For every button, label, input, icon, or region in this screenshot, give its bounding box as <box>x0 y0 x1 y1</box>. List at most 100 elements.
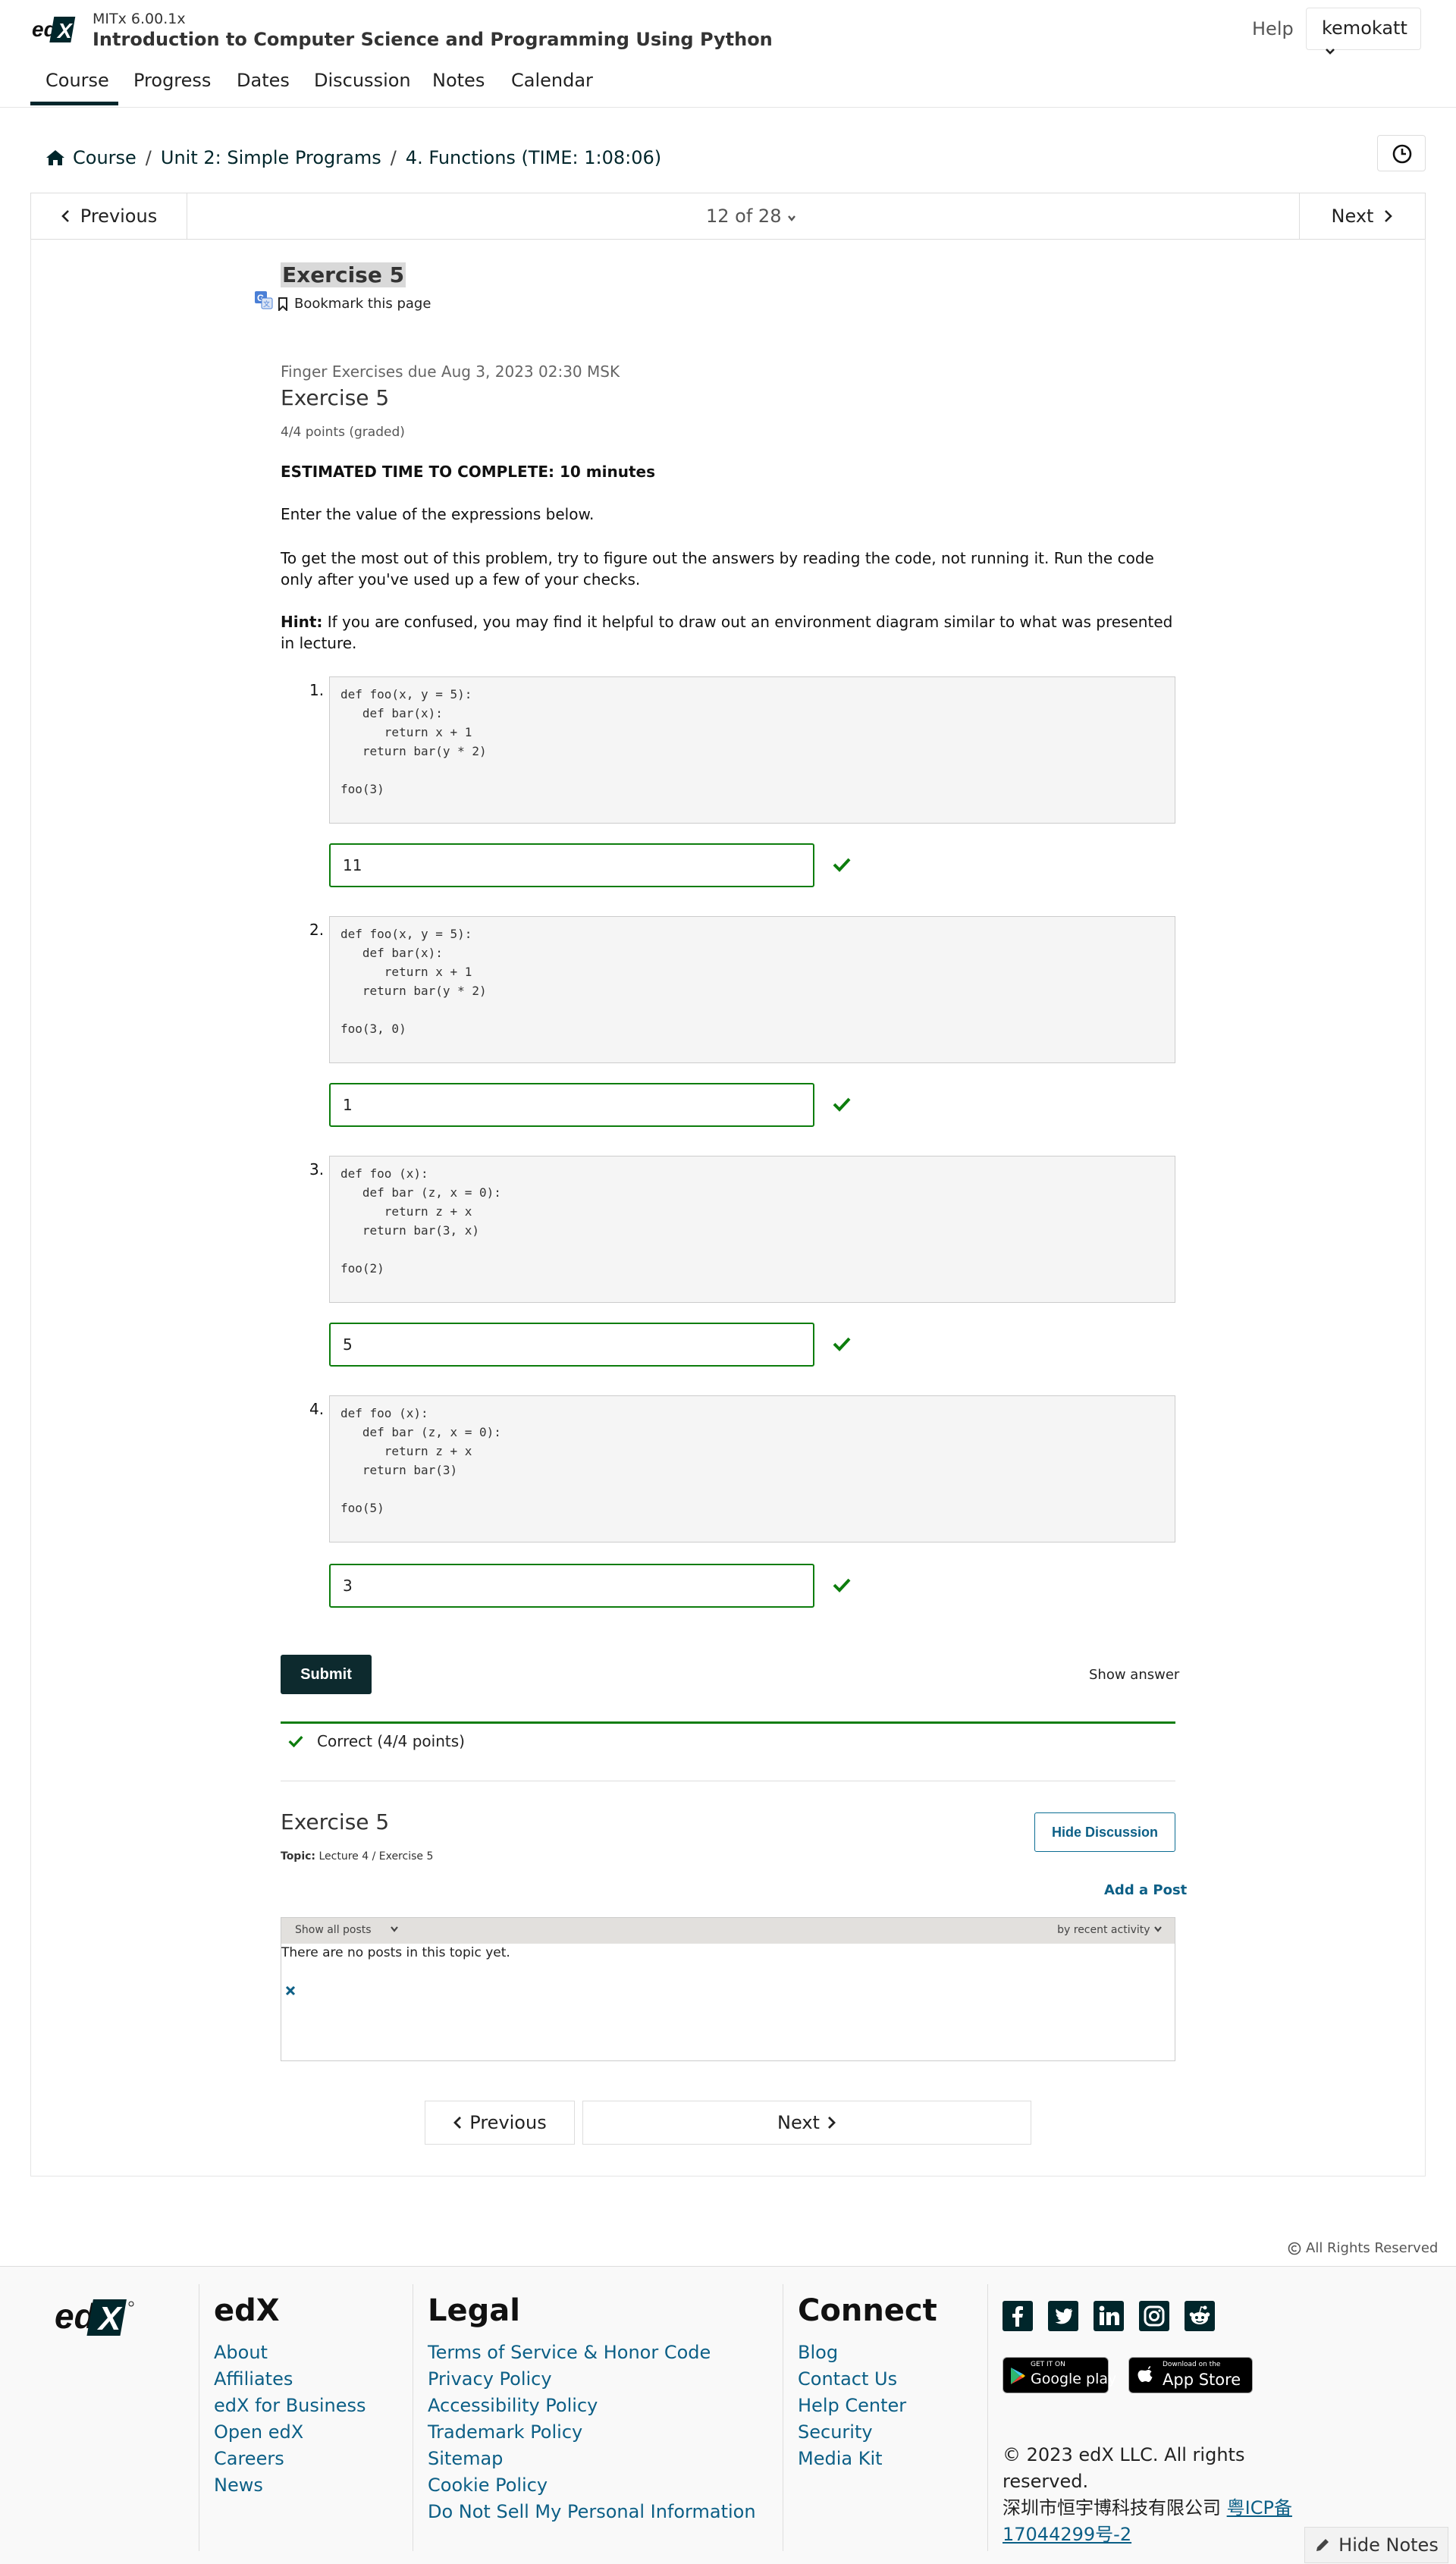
google-play-small: GET IT ON <box>1031 2361 1065 2368</box>
pencil-icon <box>1316 2539 1329 2551</box>
course-org: MITx 6.00.1x <box>93 11 186 27</box>
bookmark-icon <box>278 297 287 311</box>
breadcrumb-course[interactable]: Course <box>73 147 136 168</box>
sequence-next-label: Next <box>1331 206 1374 227</box>
checkmark-icon <box>833 1097 851 1112</box>
google-play-big: Google play <box>1031 2371 1117 2387</box>
tab-calendar[interactable]: Calendar <box>511 70 593 91</box>
footer-link-media-kit[interactable]: Media Kit <box>798 2448 883 2469</box>
edx-footer-logo[interactable]: ed X <box>53 2295 135 2339</box>
app-store-badge[interactable]: Download on the App Store <box>1128 2357 1253 2393</box>
post-sort-select[interactable]: by recent activity <box>1057 1924 1163 1936</box>
post-filter-value: Show all posts <box>295 1924 372 1936</box>
all-rights-text: All Rights Reserved <box>1306 2240 1439 2256</box>
answer-input[interactable]: 1 <box>329 1083 814 1127</box>
footer-connect-heading: Connect <box>798 2293 937 2328</box>
breadcrumb-separator: / <box>145 147 152 168</box>
answer-input[interactable]: 5 <box>329 1323 814 1367</box>
svg-text:X: X <box>56 19 74 42</box>
sequence-position-dropdown[interactable]: 12 of 28 <box>706 206 796 227</box>
svg-text:X: X <box>96 2300 123 2337</box>
hide-discussion-button[interactable]: Hide Discussion <box>1034 1812 1175 1852</box>
linkedin-icon[interactable] <box>1094 2301 1124 2331</box>
sequence-navigation: Previous 12 of 28 Next <box>30 193 1426 240</box>
footer-link-blog[interactable]: Blog <box>798 2342 838 2363</box>
course-title: Introduction to Computer Science and Pro… <box>93 29 773 50</box>
translate-icon[interactable]: G 文 <box>255 291 273 309</box>
tab-notes[interactable]: Notes <box>432 70 485 91</box>
footer-link-affiliates[interactable]: Affiliates <box>214 2368 293 2390</box>
chevron-right-icon <box>1385 210 1393 222</box>
show-answer-button[interactable]: Show answer <box>1089 1667 1179 1683</box>
post-filter-select[interactable]: Show all posts <box>295 1924 399 1936</box>
instagram-icon[interactable] <box>1139 2301 1169 2331</box>
sequence-previous-button[interactable]: Previous <box>31 193 187 239</box>
chevron-left-icon <box>61 210 69 222</box>
footer-link-news[interactable]: News <box>214 2475 263 2496</box>
add-post-link[interactable]: Add a Post <box>1104 1882 1187 1898</box>
advice-text: To get the most out of this problem, try… <box>281 549 1154 588</box>
copyright-icon <box>1288 2242 1301 2255</box>
close-icon[interactable] <box>284 1985 297 1997</box>
footer-link-business[interactable]: edX for Business <box>214 2395 366 2416</box>
hide-notes-label: Hide Notes <box>1338 2534 1439 2556</box>
footer-link-security[interactable]: Security <box>798 2421 873 2443</box>
checkmark-icon <box>288 1736 303 1748</box>
help-link[interactable]: Help <box>1252 18 1294 39</box>
footer-link-do-not-sell[interactable]: Do Not Sell My Personal Information <box>428 2501 756 2522</box>
breadcrumb-subsection[interactable]: 4. Functions (TIME: 1:08:06) <box>406 147 661 168</box>
tab-progress[interactable]: Progress <box>133 70 211 91</box>
sequence-next-button[interactable]: Next <box>1299 193 1425 239</box>
twitter-icon[interactable] <box>1048 2301 1078 2331</box>
svg-text:文: 文 <box>263 300 270 309</box>
discussion-panel: Show all posts by recent activity There … <box>281 1917 1175 2061</box>
answer-input[interactable]: 3 <box>329 1564 814 1608</box>
edx-logo[interactable]: ed X <box>30 14 77 46</box>
hint-text: If you are confused, you may find it hel… <box>281 613 1173 652</box>
footer-link-sitemap[interactable]: Sitemap <box>428 2448 503 2469</box>
copyright-text: © 2023 edX LLC. All rights reserved. <box>1003 2444 1245 2492</box>
footer-link-trademark[interactable]: Trademark Policy <box>428 2421 582 2443</box>
sequence-previous-label: Previous <box>80 206 158 227</box>
footer-link-cookie[interactable]: Cookie Policy <box>428 2475 548 2496</box>
user-menu-button[interactable]: kemokatt <box>1306 8 1421 55</box>
topic-value: Lecture 4 / Exercise 5 <box>315 1850 434 1863</box>
footer-link-contact[interactable]: Contact Us <box>798 2368 897 2390</box>
footer-link-terms[interactable]: Terms of Service & Honor Code <box>428 2342 711 2363</box>
footer-link-careers[interactable]: Careers <box>214 2448 284 2469</box>
home-icon[interactable] <box>46 149 65 166</box>
bookmark-button[interactable]: Bookmark this page <box>278 296 431 312</box>
footer-divider <box>987 2284 988 2551</box>
bottom-next-button[interactable]: Next <box>582 2101 1031 2145</box>
submit-button[interactable]: Submit <box>281 1655 372 1694</box>
tab-course[interactable]: Course <box>46 70 109 91</box>
hint-paragraph: Hint: If you are confused, you may find … <box>281 611 1175 654</box>
footer-link-privacy[interactable]: Privacy Policy <box>428 2368 552 2390</box>
sequence-position: 12 of 28 <box>706 206 782 227</box>
bottom-previous-button[interactable]: Previous <box>425 2101 575 2145</box>
footer-link-help-center[interactable]: Help Center <box>798 2395 906 2416</box>
footer-link-about[interactable]: About <box>214 2342 268 2363</box>
unit-title: Exercise 5 <box>281 262 406 287</box>
bookmark-label: Bookmark this page <box>294 296 431 312</box>
tab-dates[interactable]: Dates <box>237 70 290 91</box>
google-play-icon <box>1011 2368 1025 2384</box>
icp-company: 深圳市恒宇博科技有限公司 <box>1003 2497 1221 2518</box>
tab-discussion[interactable]: Discussion <box>314 70 411 91</box>
google-play-badge[interactable]: GET IT ON Google play <box>1003 2357 1116 2393</box>
active-tab-indicator <box>30 102 118 105</box>
code-block: def foo (x): def bar (z, x = 0): return … <box>329 1156 1175 1303</box>
facebook-icon[interactable] <box>1003 2301 1033 2331</box>
discussion-filter-bar: Show all posts by recent activity <box>281 1918 1175 1944</box>
clock-icon <box>1392 144 1412 164</box>
app-store-small: Download on the <box>1163 2361 1221 2368</box>
breadcrumb-unit[interactable]: Unit 2: Simple Programs <box>161 147 381 168</box>
due-dates-button[interactable] <box>1377 135 1426 171</box>
hide-notes-button[interactable]: Hide Notes <box>1304 2527 1448 2563</box>
reddit-icon[interactable] <box>1185 2301 1215 2331</box>
question-number: 2. <box>309 921 325 939</box>
code-block: def foo(x, y = 5): def bar(x): return x … <box>329 916 1175 1063</box>
answer-input[interactable]: 11 <box>329 843 814 887</box>
footer-link-open-edx[interactable]: Open edX <box>214 2421 303 2443</box>
footer-link-accessibility[interactable]: Accessibility Policy <box>428 2395 598 2416</box>
